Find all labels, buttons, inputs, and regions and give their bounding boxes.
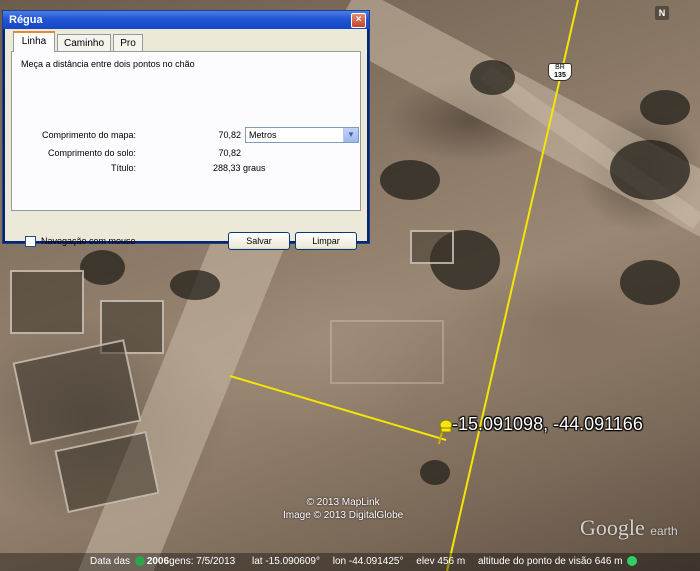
- road-shield: BR 135: [548, 63, 572, 81]
- road-shield-top: BR: [555, 64, 565, 71]
- gps-track-line: [446, 0, 579, 571]
- compass-icon[interactable]: N: [655, 6, 669, 20]
- status-bar: Data das 2006gens: 7/5/2013 lat -15.0906…: [0, 553, 700, 571]
- streaming-indicator-icon: [134, 556, 145, 567]
- google-earth-logo: Google earth: [580, 515, 678, 541]
- save-button[interactable]: Salvar: [228, 232, 290, 250]
- tab-pro[interactable]: Pro: [113, 34, 143, 51]
- clear-button[interactable]: Limpar: [295, 232, 357, 250]
- dialog-titlebar[interactable]: Régua ×: [3, 11, 369, 29]
- elevation-readout: elev 456 m: [416, 556, 466, 567]
- imagery-date-label: Data das: [90, 556, 131, 567]
- ground-length-value: 70,82: [218, 148, 241, 158]
- mouse-navigation-label[interactable]: Navegação com mouse: [41, 236, 136, 246]
- placemark-label[interactable]: -15.091098, -44.091166: [452, 414, 643, 435]
- imagery-date: gens: 7/5/2013: [169, 556, 236, 567]
- copyright-maplink: © 2013 MapLink: [306, 497, 380, 508]
- copyright-notice: © 2013 MapLink Image © 2013 DigitalGlobe: [283, 496, 403, 522]
- tab-linha[interactable]: Linha: [13, 31, 55, 52]
- road-shield-number: 135: [554, 72, 566, 79]
- imagery-year: 2006: [146, 556, 170, 567]
- tab-caminho[interactable]: Caminho: [57, 34, 111, 51]
- streaming-status-icon: [627, 556, 638, 567]
- logo-google: Google: [580, 515, 645, 540]
- dialog-body: Linha Caminho Pro Meça a distância entre…: [5, 29, 367, 250]
- ruler-dialog: Régua × Linha Caminho Pro Meça a distânc…: [2, 10, 370, 250]
- map-length-value: 70,82: [218, 130, 241, 140]
- latitude-readout: lat -15.090609°: [252, 556, 320, 567]
- map-length-label: Comprimento do mapa:: [41, 130, 136, 140]
- logo-earth: earth: [650, 524, 678, 538]
- mouse-navigation-checkbox[interactable]: [25, 236, 36, 247]
- dialog-title: Régua: [9, 14, 43, 26]
- copyright-imagery: Image © 2013 DigitalGlobe: [283, 510, 404, 521]
- heading-label: Título:: [110, 163, 136, 173]
- units-selected-value: Metros: [249, 130, 277, 140]
- instruction-text: Meça a distância entre dois pontos no ch…: [21, 59, 195, 69]
- units-select[interactable]: Metros ▼: [245, 127, 359, 143]
- longitude-readout: lon -44.091425°: [332, 556, 404, 567]
- chevron-down-icon[interactable]: ▼: [343, 128, 358, 142]
- eye-altitude-readout: altitude do ponto de visão 646 m: [477, 556, 623, 567]
- heading-value: 288,33 graus: [213, 163, 266, 173]
- close-button[interactable]: ×: [351, 13, 366, 28]
- ruler-line: [229, 375, 447, 441]
- ground-length-label: Comprimento do solo:: [47, 148, 136, 158]
